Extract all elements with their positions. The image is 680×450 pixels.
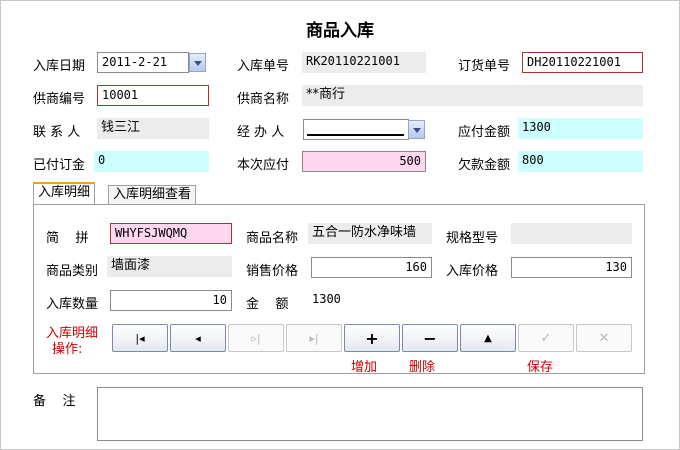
last-icon: ▸| <box>309 331 319 345</box>
minus-icon: − <box>423 328 437 348</box>
tab-receipt-detail[interactable]: 入库明细 <box>33 182 96 205</box>
product-name-value: 五合一防水净味墙 <box>308 223 432 244</box>
add-caption: 增加 <box>351 360 378 375</box>
add-button[interactable]: + <box>344 324 400 352</box>
in-price-label: 入库价格 <box>446 264 499 279</box>
handler-select[interactable] <box>303 119 409 140</box>
contact-value: 钱三江 <box>97 118 209 139</box>
receipt-no-label: 入库单号 <box>237 59 290 74</box>
save-button[interactable]: ✓ <box>518 324 574 352</box>
tab-receipt-detail-view[interactable]: 入库明细查看 <box>108 185 197 205</box>
save-caption: 保存 <box>527 360 554 375</box>
delete-caption: 删除 <box>409 360 436 375</box>
amount-label: 金 额 <box>246 297 289 312</box>
qty-label: 入库数量 <box>46 297 99 312</box>
last-record-button[interactable]: ▸| <box>286 324 342 352</box>
order-no-label: 订货单号 <box>458 59 511 74</box>
date-label: 入库日期 <box>33 59 86 74</box>
remarks-field[interactable] <box>97 387 643 441</box>
next-icon: ▹| <box>251 331 261 345</box>
qty-field[interactable]: 10 <box>110 290 232 311</box>
date-dropdown-button[interactable] <box>189 53 206 72</box>
category-label: 商品类别 <box>46 264 99 279</box>
close-icon: ✕ <box>598 330 610 346</box>
handler-label: 经 办 人 <box>237 125 285 140</box>
prev-record-button[interactable]: ◂ <box>170 324 226 352</box>
delete-button[interactable]: − <box>402 324 458 352</box>
payable-label: 应付金额 <box>458 125 511 140</box>
supplier-name-value: **商行 <box>302 85 643 106</box>
owed-value: 800 <box>518 151 643 172</box>
owed-label: 欠款金额 <box>458 158 511 173</box>
page-title: 商品入库 <box>306 21 374 41</box>
in-price-field[interactable]: 130 <box>511 257 632 278</box>
supplier-code-field[interactable]: 10001 <box>97 85 209 106</box>
spec-label: 规格型号 <box>446 231 499 246</box>
supplier-code-label: 供商编号 <box>33 92 86 107</box>
remarks-label: 备 注 <box>33 394 76 409</box>
spec-value <box>511 223 632 244</box>
supplier-name-label: 供商名称 <box>237 92 290 107</box>
sale-price-field[interactable]: 160 <box>311 257 432 278</box>
prev-icon: ◂ <box>195 331 201 345</box>
product-name-label: 商品名称 <box>246 231 299 246</box>
prepaid-value: 0 <box>94 151 209 172</box>
first-record-button[interactable]: |◂ <box>112 324 168 352</box>
ops-label-line2: 操作: <box>52 342 83 357</box>
current-pay-field[interactable]: 500 <box>302 151 426 172</box>
first-icon: |◂ <box>135 331 145 345</box>
pinyin-label: 简 拼 <box>46 231 89 246</box>
triangle-up-icon: ▲ <box>484 332 492 344</box>
date-field[interactable]: 2011-2-21 <box>97 52 189 73</box>
current-pay-label: 本次应付 <box>237 158 290 173</box>
sale-price-label: 销售价格 <box>246 264 299 279</box>
check-icon: ✓ <box>540 330 552 346</box>
order-no-field[interactable]: DH20110221001 <box>522 52 643 73</box>
receipt-no-value: RK20110221001 <box>302 52 426 73</box>
cancel-button[interactable]: ✕ <box>576 324 632 352</box>
plus-icon: + <box>365 328 379 348</box>
payable-value: 1300 <box>518 118 643 139</box>
next-record-button[interactable]: ▹| <box>228 324 284 352</box>
pinyin-field[interactable]: WHYFSJWQMQ <box>110 223 232 244</box>
amount-value: 1300 <box>308 290 432 311</box>
prepaid-label: 已付订金 <box>33 158 86 173</box>
handler-dropdown-button[interactable] <box>408 120 425 139</box>
category-value: 墙面漆 <box>107 256 232 277</box>
edit-button[interactable]: ▲ <box>460 324 516 352</box>
contact-label: 联 系 人 <box>33 125 81 140</box>
